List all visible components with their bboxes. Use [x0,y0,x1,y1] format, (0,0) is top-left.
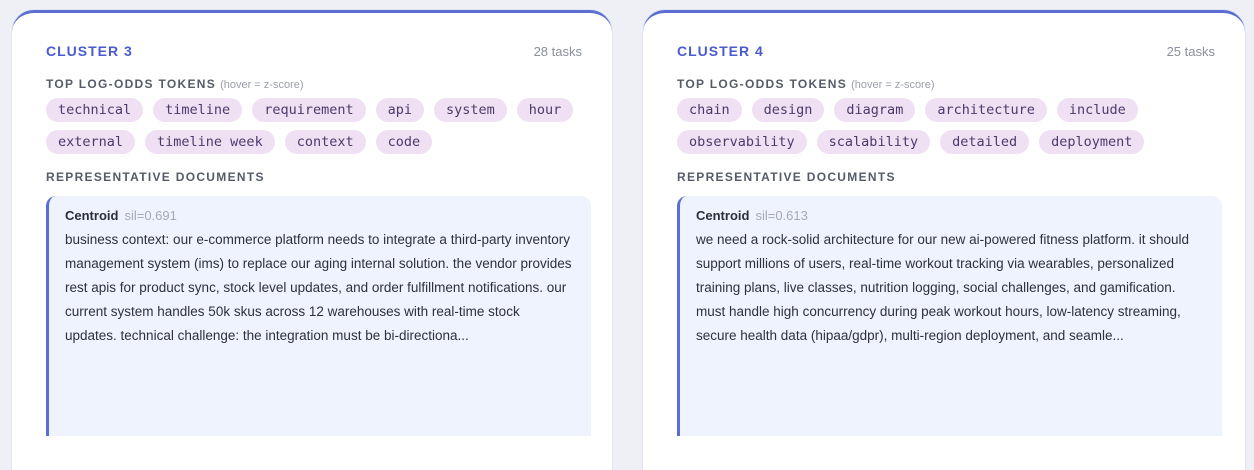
token-chip[interactable]: chain [677,98,742,122]
representative-docs-label: REPRESENTATIVE DOCUMENTS [677,170,896,184]
token-chip[interactable]: design [751,98,825,122]
token-chip[interactable]: diagram [834,98,916,122]
cluster-title: CLUSTER 3 [46,43,133,59]
tokens-label: TOP LOG-ODDS TOKENS [46,77,217,91]
cluster-card: CLUSTER 3 28 tasks TOP LOG-ODDS TOKENS (h… [12,10,612,470]
task-count: 25 tasks [1166,44,1215,59]
token-chip[interactable]: requirement [252,98,366,122]
tokens-label: TOP LOG-ODDS TOKENS [677,77,848,91]
token-chip[interactable]: api [375,98,424,122]
token-chip[interactable]: hour [516,98,574,122]
representative-document: Centroid sil=0.691 business context: our … [46,196,591,436]
card-header: CLUSTER 4 25 tasks [677,43,1215,63]
tokens-section-label: TOP LOG-ODDS TOKENS (hover = z-score) [677,77,1215,91]
token-list: technical timeline requirement api syste… [46,98,582,154]
token-chip[interactable]: include [1056,98,1138,122]
task-count: 28 tasks [533,44,582,59]
token-chip[interactable]: scalability [816,130,931,154]
cluster-title: CLUSTER 4 [677,43,764,59]
token-chip[interactable]: external [46,130,136,154]
document-text: business context: our e-commerce platfor… [65,232,572,343]
token-chip[interactable]: timeline week [145,130,275,154]
token-chip[interactable]: architecture [925,98,1047,122]
tokens-section-label: TOP LOG-ODDS TOKENS (hover = z-score) [46,77,582,91]
silhouette-score: sil=0.691 [124,208,177,223]
token-chip[interactable]: deployment [1039,130,1145,154]
cluster-grid: CLUSTER 3 28 tasks TOP LOG-ODDS TOKENS (h… [0,0,1254,470]
representative-document: Centroid sil=0.613 we need a rock-solid a… [677,196,1222,436]
document-text: we need a rock-solid architecture for ou… [696,232,1189,343]
tokens-hint: (hover = z-score) [851,79,935,91]
token-list: chain design diagram architecture includ… [677,98,1215,154]
representative-docs-label: REPRESENTATIVE DOCUMENTS [46,170,265,184]
centroid-label: Centroid [696,208,750,223]
token-chip[interactable]: system [433,98,507,122]
doc-header: Centroid sil=0.613 [696,208,1206,223]
doc-header: Centroid sil=0.691 [65,208,575,223]
silhouette-score: sil=0.613 [755,208,808,223]
tokens-hint: (hover = z-score) [220,79,304,91]
token-chip[interactable]: observability [677,130,807,154]
token-chip[interactable]: context [284,130,366,154]
token-chip[interactable]: timeline [153,98,243,122]
token-chip[interactable]: code [375,130,433,154]
token-chip[interactable]: technical [46,98,144,122]
centroid-label: Centroid [65,208,119,223]
card-header: CLUSTER 3 28 tasks [46,43,582,63]
cluster-card: CLUSTER 4 25 tasks TOP LOG-ODDS TOKENS (h… [643,10,1245,470]
token-chip[interactable]: detailed [940,130,1030,154]
